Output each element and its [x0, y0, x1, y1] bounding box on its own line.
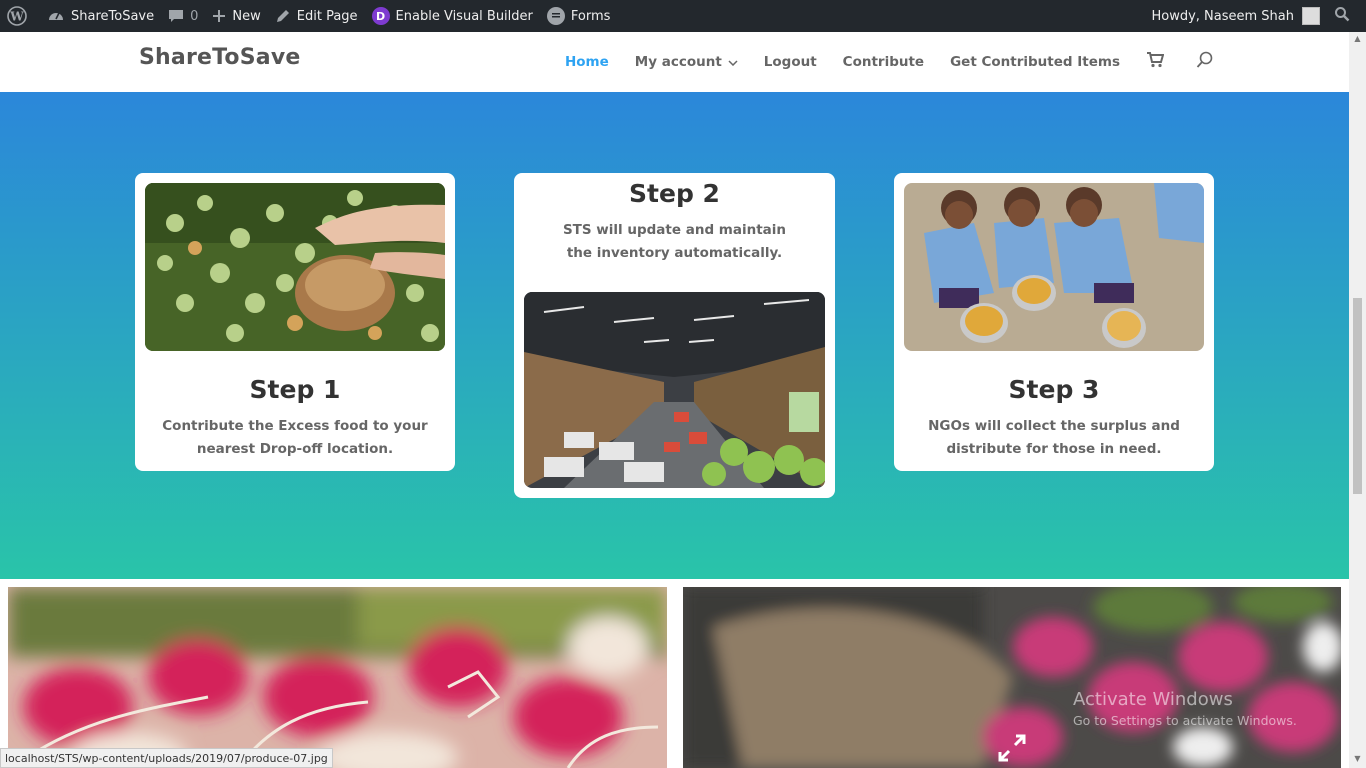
nav-my-account[interactable]: My account	[635, 54, 738, 70]
wp-admin-bar: W ShareToSave 0 New Edit Page D Enable V…	[0, 0, 1366, 32]
forms-label: Forms	[570, 8, 611, 24]
comments-count: 0	[190, 8, 199, 24]
site-logo[interactable]: ShareToSave	[139, 45, 300, 70]
new-label: New	[232, 8, 261, 24]
nav-contribute-label: Contribute	[842, 54, 925, 70]
wordpress-menu[interactable]: W	[0, 0, 40, 32]
step-card-2: Step 2 STS will update and maintain the …	[514, 173, 835, 498]
cart-button[interactable]	[1146, 52, 1165, 72]
visual-builder-link[interactable]: D Enable Visual Builder	[365, 0, 540, 32]
visual-builder-label: Enable Visual Builder	[395, 8, 533, 24]
cart-icon	[1146, 52, 1165, 72]
search-icon	[1196, 51, 1214, 73]
divi-icon: D	[371, 7, 390, 25]
activate-windows-watermark: Activate Windows Go to Settings to activ…	[1073, 689, 1297, 728]
chevron-down-icon	[728, 54, 738, 70]
howdy-label: Howdy, Naseem Shah	[1151, 8, 1294, 24]
nav-logout-label: Logout	[763, 54, 817, 70]
step-card-3: Step 3 NGOs will collect the surplus and…	[894, 173, 1214, 471]
pencil-icon	[275, 8, 291, 24]
scroll-down-arrow[interactable]: ▼	[1353, 754, 1362, 764]
comment-icon	[168, 8, 184, 24]
step-3-text: NGOs will collect the surplus and distri…	[928, 418, 1180, 457]
nav-home[interactable]: Home	[565, 54, 609, 70]
svg-text:W: W	[9, 10, 24, 24]
site-header: ShareToSave Home My account Logout Contr…	[0, 32, 1349, 92]
wordpress-icon: W	[7, 6, 27, 26]
main-nav: Home My account Logout Contribute Get Co…	[539, 32, 1214, 92]
children-eating-photo	[904, 183, 1204, 351]
admin-search-button[interactable]	[1327, 0, 1366, 32]
avatar	[1302, 7, 1320, 25]
nav-get-contributed-items-label: Get Contributed Items	[950, 54, 1120, 70]
step-1-text: Contribute the Excess food to your neare…	[162, 418, 428, 457]
dashboard-icon	[47, 7, 65, 25]
site-name-menu[interactable]: ShareToSave	[40, 0, 161, 32]
comments-menu[interactable]: 0	[161, 0, 205, 32]
forms-menu[interactable]: Forms	[540, 0, 618, 32]
expand-icon[interactable]	[996, 732, 1028, 768]
scrollbar-thumb[interactable]	[1353, 298, 1362, 494]
divi-letter: D	[371, 7, 390, 25]
step-1-title: Step 1	[249, 375, 341, 404]
search-button[interactable]	[1196, 51, 1214, 73]
site-name: ShareToSave	[71, 8, 155, 24]
status-bar-url: localhost/STS/wp-content/uploads/2019/07…	[0, 748, 333, 768]
my-account-menu[interactable]: Howdy, Naseem Shah	[1144, 0, 1327, 32]
search-icon	[1334, 6, 1350, 26]
new-content-menu[interactable]: New	[205, 0, 267, 32]
step-card-1: Step 1 Contribute the Excess food to you…	[135, 173, 455, 471]
edit-page-label: Edit Page	[296, 8, 358, 24]
radish-photo-left[interactable]	[8, 587, 667, 768]
plus-icon	[212, 9, 226, 23]
nav-home-label: Home	[564, 54, 609, 70]
watermark-line-1: Activate Windows	[1073, 689, 1233, 710]
page-scrollbar[interactable]: ▲ ▼	[1349, 32, 1366, 768]
steps-section: Step 1 Contribute the Excess food to you…	[0, 92, 1349, 579]
step-3-title: Step 3	[1008, 375, 1100, 404]
edit-page-link[interactable]: Edit Page	[268, 0, 365, 32]
step-2-title: Step 2	[629, 179, 720, 208]
nav-my-account-label: My account	[634, 54, 722, 70]
nav-contribute[interactable]: Contribute	[843, 54, 924, 70]
nav-logout[interactable]: Logout	[764, 54, 817, 70]
market-photo	[524, 292, 825, 488]
nav-get-contributed-items[interactable]: Get Contributed Items	[950, 54, 1120, 70]
apples-photo	[145, 183, 445, 351]
scroll-up-arrow[interactable]: ▲	[1353, 34, 1362, 44]
step-2-text: STS will update and maintain the invento…	[562, 222, 787, 261]
forms-icon	[546, 7, 565, 25]
watermark-line-2: Go to Settings to activate Windows.	[1073, 713, 1297, 728]
